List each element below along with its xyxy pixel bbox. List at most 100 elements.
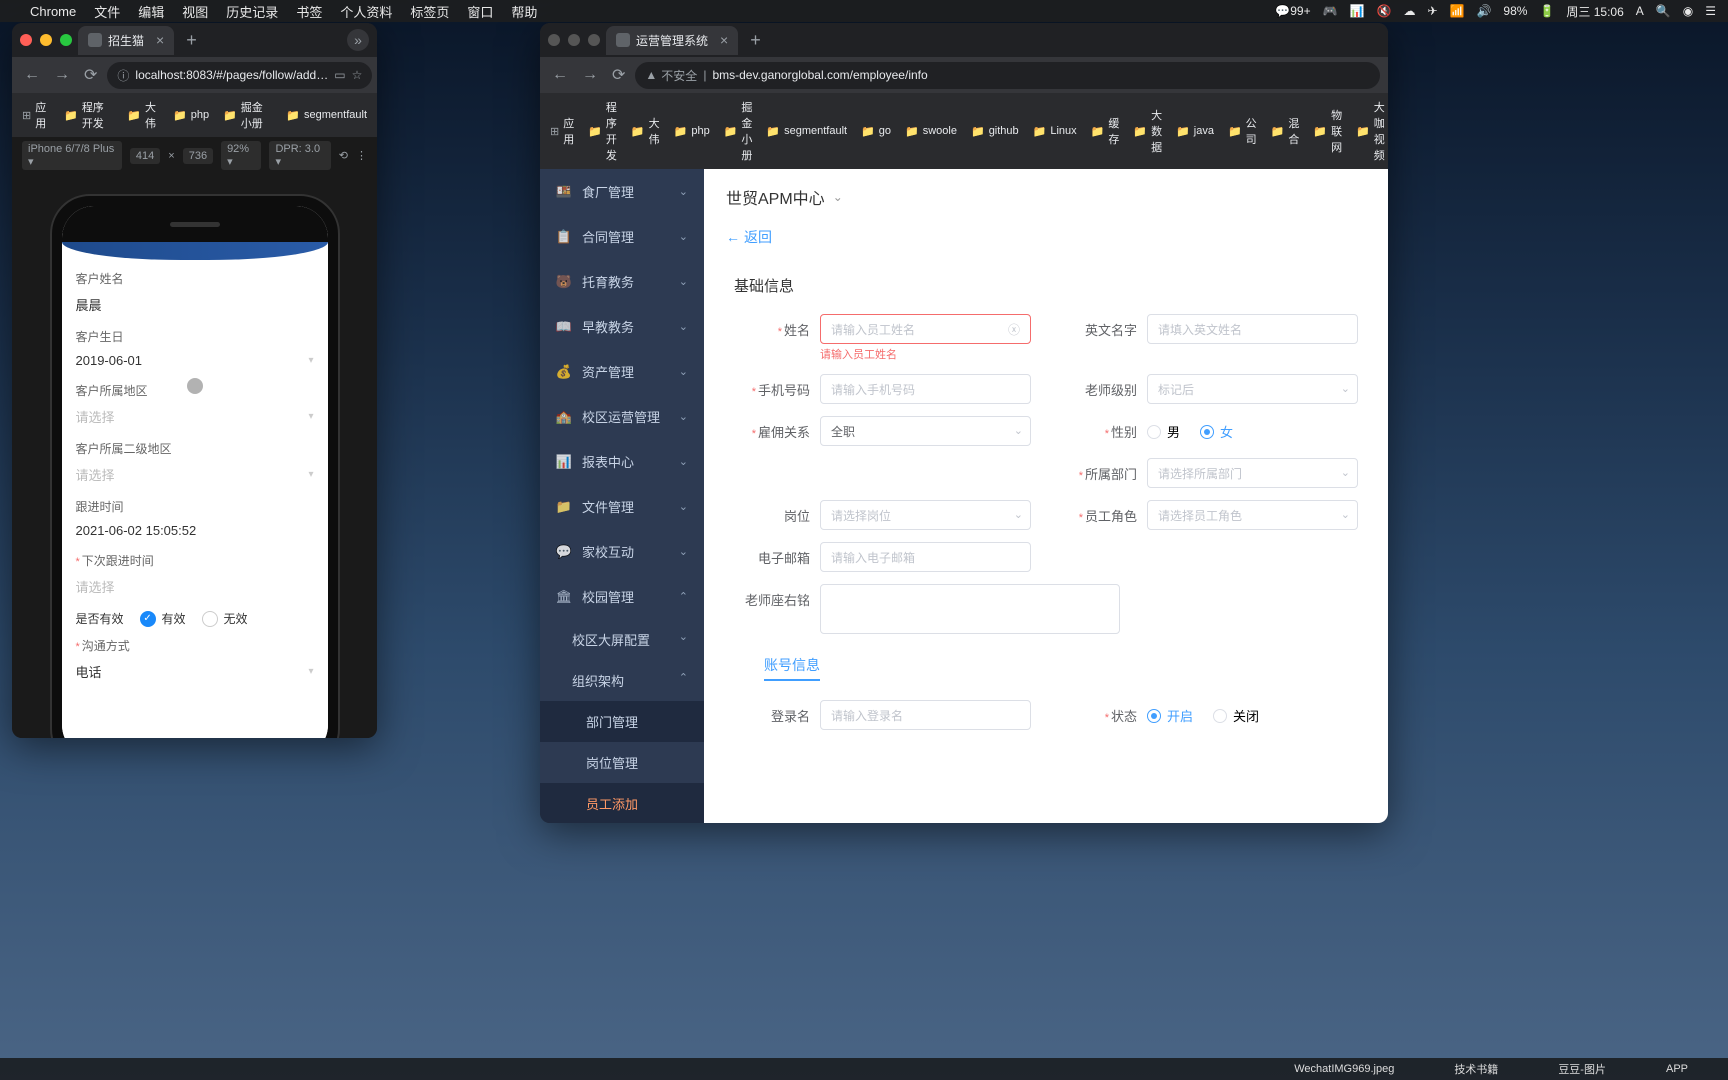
close-window-icon[interactable] bbox=[548, 34, 560, 46]
dpr-select[interactable]: DPR: 3.0 ▾ bbox=[269, 141, 330, 170]
address-bar[interactable]: ▲ 不安全 | bms-dev.ganorglobal.com/employee… bbox=[635, 62, 1380, 89]
sidebar-item-report[interactable]: 📊报表中心 bbox=[540, 439, 704, 484]
birthday-select[interactable]: 2019-06-01▾ bbox=[76, 349, 314, 372]
chevron-down-icon[interactable]: ⌄ bbox=[833, 190, 843, 204]
cloud-icon[interactable]: ☁ bbox=[1403, 4, 1415, 18]
apps-shortcut[interactable]: ⊞应用 bbox=[22, 99, 50, 131]
sidebar-item-campus-ops[interactable]: 🏫校区运营管理 bbox=[540, 394, 704, 439]
breadcrumb-campus[interactable]: 世贸APM中心 bbox=[726, 185, 825, 209]
role-select[interactable]: 请选择员工角色 bbox=[1147, 500, 1358, 530]
gender-female-radio[interactable]: 女 bbox=[1200, 422, 1233, 441]
gender-male-radio[interactable]: 男 bbox=[1147, 422, 1180, 441]
status-off-radio[interactable]: 关闭 bbox=[1213, 706, 1259, 725]
datetime[interactable]: 周三 15:06 bbox=[1566, 3, 1623, 20]
bookmark-folder[interactable]: 📁公司 bbox=[1228, 115, 1257, 147]
bookmark-folder[interactable]: 📁大伟 bbox=[127, 99, 159, 131]
sidebar-item-file[interactable]: 📁文件管理 bbox=[540, 484, 704, 529]
devtools-more-icon[interactable]: ⋮ bbox=[356, 149, 367, 162]
dock-item[interactable]: APP bbox=[1666, 1063, 1688, 1075]
close-tab-icon[interactable]: × bbox=[156, 32, 164, 48]
tray-icon[interactable]: 📊 bbox=[1350, 4, 1365, 18]
back-icon[interactable]: ← bbox=[20, 62, 44, 88]
wechat-icon[interactable]: 💬 99+ bbox=[1275, 4, 1310, 18]
bookmark-folder[interactable]: 📁混合 bbox=[1271, 115, 1300, 147]
valid-no-radio[interactable]: 无效 bbox=[202, 610, 248, 627]
bookmark-folder[interactable]: 📁物联网 bbox=[1313, 107, 1342, 155]
valid-yes-radio[interactable]: ✓有效 bbox=[140, 610, 186, 627]
follow-time-value[interactable]: 2021-06-02 15:05:52 bbox=[76, 519, 314, 542]
teacher-level-select[interactable]: 标记后 bbox=[1147, 374, 1358, 404]
menu-view[interactable]: 视图 bbox=[182, 2, 208, 21]
minimize-window-icon[interactable] bbox=[40, 34, 52, 46]
bookmark-folder[interactable]: 📁缓存 bbox=[1091, 115, 1120, 147]
sidebar-item-parent[interactable]: 💬家校互动 bbox=[540, 529, 704, 574]
sidebar-item-campus-mgmt[interactable]: 🏛校园管理⌃ bbox=[540, 574, 704, 619]
region-select[interactable]: 请选择▾ bbox=[76, 403, 314, 430]
clear-icon[interactable]: ⓧ bbox=[1008, 321, 1020, 338]
height-input[interactable]: 736 bbox=[183, 148, 213, 164]
tab-overflow-icon[interactable]: » bbox=[347, 29, 369, 51]
siri-icon[interactable]: ◉ bbox=[1683, 4, 1693, 18]
sidebar-sub-bigscreen[interactable]: 校区大屏配置⌄ bbox=[540, 619, 704, 660]
menu-tabs[interactable]: 标签页 bbox=[410, 2, 449, 21]
app-name[interactable]: Chrome bbox=[30, 4, 76, 19]
control-center-icon[interactable]: ☰ bbox=[1705, 4, 1716, 18]
phone-input[interactable]: 请输入手机号码 bbox=[820, 374, 1031, 404]
new-tab-button[interactable]: + bbox=[180, 30, 203, 51]
bookmark-folder[interactable]: 📁segmentfault bbox=[286, 109, 367, 122]
reload-icon[interactable]: ⟳ bbox=[80, 61, 101, 89]
reload-icon[interactable]: ⟳ bbox=[608, 61, 629, 89]
bookmark-folder[interactable]: 📁php bbox=[674, 125, 710, 138]
menu-edit[interactable]: 编辑 bbox=[138, 2, 164, 21]
region2-select[interactable]: 请选择▾ bbox=[76, 461, 314, 488]
sidebar-item-asset[interactable]: 💰资产管理 bbox=[540, 349, 704, 394]
spotlight-icon[interactable]: 🔍 bbox=[1656, 4, 1671, 18]
dock-item[interactable]: WechatIMG969.jpeg bbox=[1294, 1063, 1394, 1075]
bookmark-folder[interactable]: 📁Linux bbox=[1033, 125, 1077, 138]
star-icon[interactable]: ☆ bbox=[352, 68, 363, 82]
address-bar[interactable]: ⓘ localhost:8083/#/pages/follow/add… ▭ ☆ bbox=[107, 62, 372, 89]
sidebar-item-earlyed[interactable]: 📖早教教务 bbox=[540, 304, 704, 349]
bookmark-folder[interactable]: 📁程序开发 bbox=[64, 99, 113, 131]
sidebar-sub-position[interactable]: 岗位管理 bbox=[540, 742, 704, 783]
bookmark-folder[interactable]: 📁java bbox=[1176, 125, 1214, 138]
bookmark-folder[interactable]: 📁程序开发 bbox=[588, 99, 617, 163]
dock-item[interactable]: 技术书籍 bbox=[1454, 1061, 1498, 1077]
dept-select[interactable]: 请选择所属部门 bbox=[1147, 458, 1358, 488]
sidebar-item-contract[interactable]: 📋合同管理 bbox=[540, 214, 704, 259]
menu-profile[interactable]: 个人资料 bbox=[340, 2, 392, 21]
apps-shortcut[interactable]: ⊞应用 bbox=[550, 115, 574, 147]
close-window-icon[interactable] bbox=[20, 34, 32, 46]
bookmark-folder[interactable]: 📁go bbox=[861, 125, 891, 138]
input-icon[interactable]: A bbox=[1636, 4, 1644, 18]
browser-tab[interactable]: 招生猫 × bbox=[78, 26, 174, 55]
bookmark-folder[interactable]: 📁掘金小册 bbox=[223, 99, 272, 131]
employ-select[interactable]: 全职 bbox=[820, 416, 1031, 446]
zoom-select[interactable]: 92% ▾ bbox=[221, 141, 261, 170]
bookmark-folder[interactable]: 📁php bbox=[173, 109, 209, 122]
minimize-window-icon[interactable] bbox=[568, 34, 580, 46]
devices-icon[interactable]: ▭ bbox=[334, 68, 345, 82]
maximize-window-icon[interactable] bbox=[60, 34, 72, 46]
tray-icon[interactable]: 🔇 bbox=[1377, 4, 1392, 18]
name-input[interactable]: 请输入员工姓名ⓧ bbox=[820, 314, 1031, 344]
browser-tab[interactable]: 运营管理系统 × bbox=[606, 26, 738, 55]
menu-file[interactable]: 文件 bbox=[94, 2, 120, 21]
name-input[interactable]: 晨晨 bbox=[76, 291, 314, 318]
sidebar-sub-org[interactable]: 组织架构⌃ bbox=[540, 660, 704, 701]
bookmark-folder[interactable]: 📁swoole bbox=[905, 125, 957, 138]
menu-help[interactable]: 帮助 bbox=[511, 2, 537, 21]
forward-icon[interactable]: → bbox=[50, 62, 74, 88]
position-select[interactable]: 请选择岗位 bbox=[820, 500, 1031, 530]
sidebar-item-nursery[interactable]: 🐻托育教务 bbox=[540, 259, 704, 304]
menu-window[interactable]: 窗口 bbox=[467, 2, 493, 21]
bookmark-folder[interactable]: 📁大数据 bbox=[1133, 107, 1162, 155]
tray-icon[interactable]: ✈ bbox=[1427, 4, 1437, 18]
tray-icon[interactable]: 🎮 bbox=[1323, 4, 1338, 18]
bookmark-folder[interactable]: 📁掘金小册 bbox=[724, 99, 753, 163]
tab-account-info[interactable]: 账号信息 bbox=[734, 645, 850, 680]
menu-bookmarks[interactable]: 书签 bbox=[296, 2, 322, 21]
status-on-radio[interactable]: 开启 bbox=[1147, 706, 1193, 725]
volume-icon[interactable]: 🔊 bbox=[1476, 4, 1491, 18]
bookmark-folder[interactable]: 📁github bbox=[971, 125, 1019, 138]
